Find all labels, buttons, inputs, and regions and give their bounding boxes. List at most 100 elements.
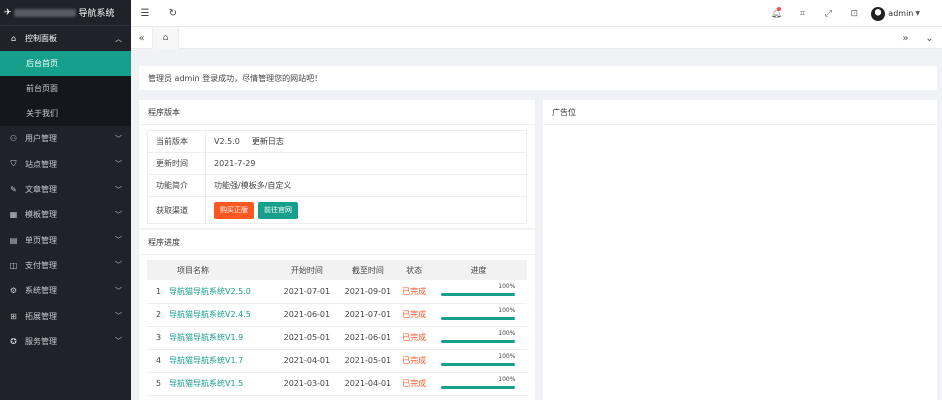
sidebar-item-label: 控制面板: [25, 34, 57, 44]
column-header: 进度: [429, 260, 527, 280]
version-value: V2.5.0: [214, 137, 240, 146]
end-date: 2021-04-01: [337, 372, 399, 396]
user-icon: ⚇: [9, 134, 18, 144]
progress-bar: [441, 362, 516, 366]
progress-card-title: 程序进度: [139, 230, 535, 255]
sidebar-subitem[interactable]: 后台首页: [0, 51, 131, 77]
update-time-label: 更新时间: [148, 153, 206, 174]
progress-bar-wrapper: 100%: [441, 329, 516, 346]
progress-table: 项目名称 开始时间 截至时间 状态 进度 1 导航猫导航系统V2.5.0 2021-…: [147, 260, 527, 396]
tab-scroll-right-icon[interactable]: »: [902, 33, 908, 44]
status-badge: 已完成: [398, 280, 430, 304]
progress-percent: 100%: [498, 352, 516, 360]
sidebar-item-group[interactable]: ⌂ 控制面板 ︿: [0, 26, 131, 51]
features-value: 功能强/模板多/自定义: [214, 181, 292, 190]
progress-bar-wrapper: 100%: [441, 306, 516, 323]
progress-percent: 100%: [498, 329, 516, 337]
chevron-down-icon: ﹀: [115, 160, 122, 169]
sidebar-item-group[interactable]: ✪ 服务管理 ﹀: [0, 329, 131, 354]
progress-percent: 100%: [498, 306, 516, 314]
chevron-down-icon: ﹀: [115, 185, 122, 194]
sidebar-submenu: 后台首页 前台页面 关于我们: [0, 51, 131, 127]
progress-bar-fill: [441, 293, 516, 297]
sidebar-item-group[interactable]: ✎ 文章管理 ﹀: [0, 177, 131, 202]
table-row: 2 导航猫导航系统V2.4.5 2021-06-01 2021-07-01 已完成 100…: [147, 303, 527, 327]
end-date: 2021-07-01: [337, 303, 399, 327]
sidebar-subitem[interactable]: 关于我们: [0, 101, 131, 126]
progress-card: 程序进度 项目名称 开始时间 截至时间 状态 进度 1 导航猫导航系统V2.5.0…: [139, 230, 535, 400]
end-date: 2021-06-01: [337, 326, 399, 350]
end-date: 2021-09-01: [337, 280, 399, 304]
project-name-link[interactable]: 导航猫导航系统V1.7: [169, 349, 277, 373]
progress-bar-wrapper: 100%: [441, 375, 516, 392]
channel-row: 获取渠道 购买正版 前往官网: [148, 197, 526, 223]
login-notice: 管理员 admin 登录成功，尽情管理您的网站吧！: [139, 66, 937, 90]
tab-bar: « ⌂ » ⌄: [131, 27, 942, 49]
shield-icon: ⛉: [10, 159, 17, 169]
table-row: 4 导航猫导航系统V1.7 2021-04-01 2021-05-01 已完成 100%: [147, 349, 527, 373]
channel-buttons: 购买正版 前往官网: [206, 201, 302, 219]
tab-bar-right: » ⌄: [894, 27, 942, 49]
sidebar-subitem[interactable]: 前台页面: [0, 76, 131, 101]
bell-icon[interactable]: 🔔︎: [763, 0, 789, 27]
column-header: 截至时间: [337, 260, 399, 280]
blurred-logo-text: [13, 8, 76, 17]
progress-table-body: 1 导航猫导航系统V2.5.0 2021-07-01 2021-09-01 已完成 100…: [147, 280, 527, 396]
project-name-link[interactable]: 导航猫导航系统V2.4.5: [169, 303, 277, 327]
template-icon: ▦: [9, 210, 18, 220]
sidebar-item-label: 模板管理: [25, 210, 57, 220]
lock-icon[interactable]: ⊡: [841, 0, 867, 27]
header-right: 🔔︎ ⌗ ⤢ ⊡ admin ▼: [763, 0, 942, 27]
avatar: [871, 6, 886, 21]
progress-bar-wrapper: 100%: [441, 352, 516, 369]
sidebar-item-group[interactable]: ◫ 支付管理 ﹀: [0, 253, 131, 278]
project-name-link[interactable]: 导航猫导航系统V1.9: [169, 326, 277, 350]
tab-options-chevron-icon[interactable]: ⌄: [925, 33, 933, 44]
project-name-link[interactable]: 导航猫导航系统V2.5.0: [169, 280, 277, 304]
changelog-link[interactable]: 更新日志: [252, 136, 284, 147]
features-row: 功能简介 功能强/模板多/自定义: [148, 175, 526, 197]
service-icon: ✪: [10, 336, 17, 346]
progress-bar-fill: [441, 385, 516, 389]
table-header-row: 项目名称 开始时间 截至时间 状态 进度: [147, 260, 527, 280]
progress-bar-fill: [441, 339, 516, 343]
logo[interactable]: ✈ 导航系统: [0, 0, 131, 26]
gear-icon: ⚙: [9, 286, 18, 296]
progress-percent: 100%: [498, 375, 516, 383]
start-date: 2021-04-01: [276, 349, 338, 373]
status-badge: 已完成: [398, 349, 430, 373]
fullscreen-icon[interactable]: ⤢: [815, 0, 841, 27]
pay-icon: ◫: [9, 260, 18, 270]
buy-license-button[interactable]: 购买正版: [214, 201, 254, 219]
end-date: 2021-05-01: [337, 349, 399, 373]
official-site-button[interactable]: 前往官网: [258, 201, 298, 219]
table-row: 1 导航猫导航系统V2.5.0 2021-07-01 2021-09-01 已完成 100…: [147, 280, 527, 304]
sidebar: ✈ 导航系统 ⌂ 控制面板 ︿ 后台首页 前台页面 关于我们 ⚇ 用户管理 ﹀ ⛉ 站点管理 ﹀ ✎ 文章…: [0, 0, 131, 400]
ad-card-title: 广告位: [543, 100, 937, 125]
home-icon: ⌂: [10, 34, 17, 44]
update-time-row: 更新时间 2021-7-29: [148, 153, 526, 175]
sidebar-item-group[interactable]: ⛉ 站点管理 ﹀: [0, 152, 131, 177]
progress-bar-fill: [441, 362, 516, 366]
progress-bar: [441, 316, 516, 320]
sidebar-item-label: 拓展管理: [25, 311, 57, 321]
tab-scroll-left-icon[interactable]: «: [131, 27, 153, 49]
logo-title: 导航系统: [78, 9, 115, 19]
sidebar-menu: ⌂ 控制面板 ︿ 后台首页 前台页面 关于我们 ⚇ 用户管理 ﹀ ⛉ 站点管理 ﹀ ✎ 文章管理 ﹀ ▦ 模板管…: [0, 26, 131, 354]
refresh-icon[interactable]: ↻: [159, 0, 187, 27]
menu-toggle-icon[interactable]: ☰: [131, 0, 159, 27]
sidebar-item-group[interactable]: ▤ 单页管理 ﹀: [0, 227, 131, 252]
sidebar-item-group[interactable]: ⚇ 用户管理 ﹀: [0, 126, 131, 151]
chevron-down-icon: ﹀: [115, 261, 122, 270]
user-menu[interactable]: admin ▼: [867, 0, 942, 27]
project-name-link[interactable]: 导航猫导航系统V1.5: [169, 372, 277, 396]
chevron-up-icon: ︿: [115, 34, 122, 43]
tag-icon[interactable]: ⌗: [789, 0, 815, 27]
home-tab-icon[interactable]: ⌂: [153, 27, 179, 49]
sidebar-item-group[interactable]: ⚙ 系统管理 ﹀: [0, 278, 131, 303]
progress-percent: 100%: [498, 283, 516, 291]
sidebar-item-label: 服务管理: [25, 336, 57, 346]
sidebar-item-group[interactable]: ⊞ 拓展管理 ﹀: [0, 303, 131, 328]
sidebar-item-group[interactable]: ▦ 模板管理 ﹀: [0, 202, 131, 227]
sidebar-item-label: 单页管理: [25, 235, 57, 245]
